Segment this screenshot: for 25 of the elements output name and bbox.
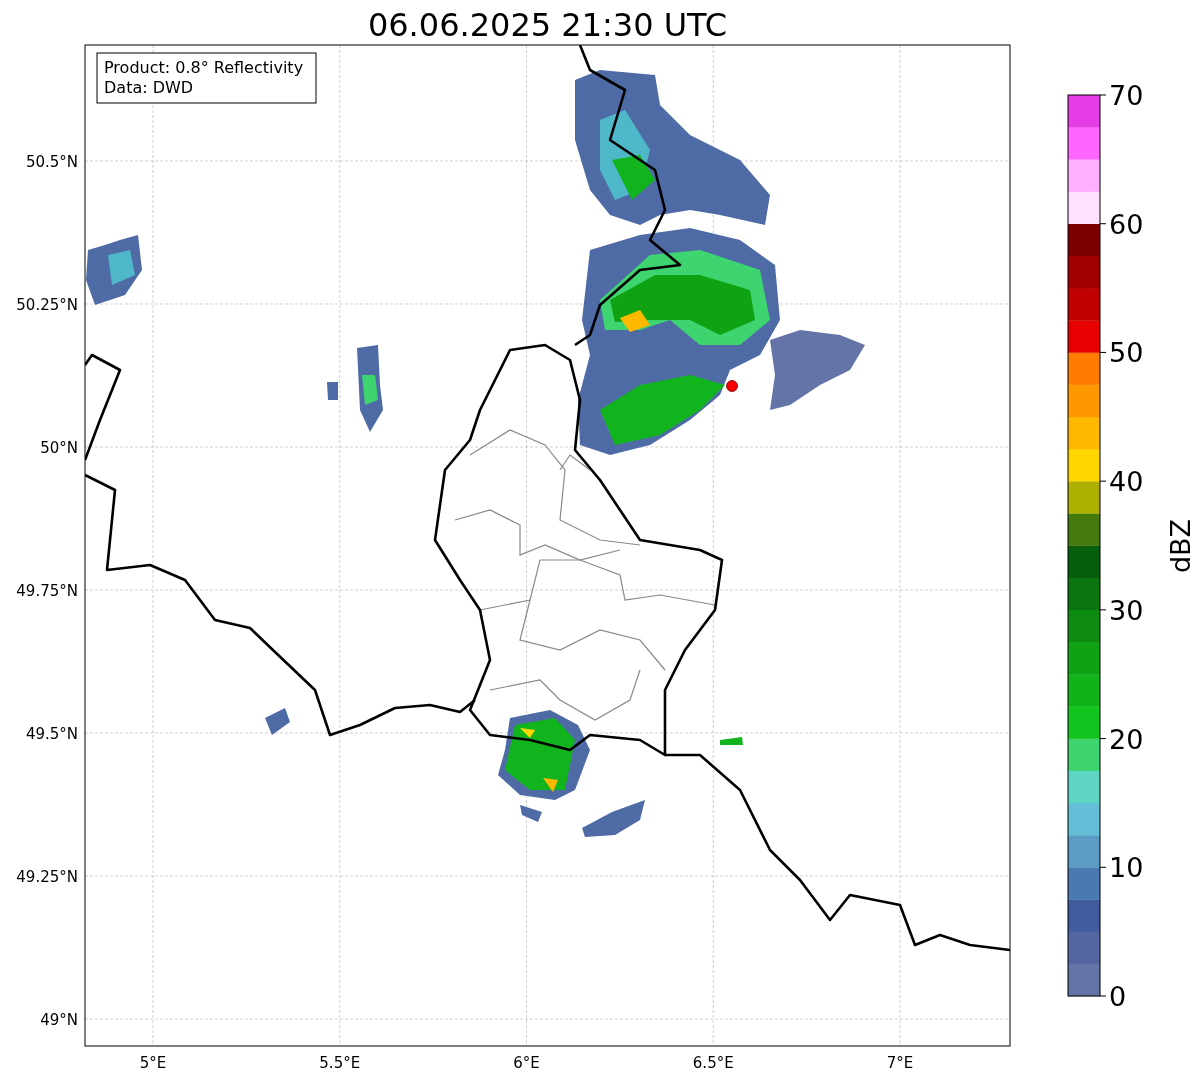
colorbar-tick-label: 40 xyxy=(1109,466,1144,498)
tick-label: 49.25°N xyxy=(16,868,78,886)
tick-label: 49.75°N xyxy=(16,582,78,600)
legend-text: Data: DWD xyxy=(104,78,194,97)
colorbar-tick-label: 30 xyxy=(1109,594,1144,626)
colorbar-tick-label: 50 xyxy=(1109,337,1144,369)
tick-label: 50.25°N xyxy=(16,296,78,314)
chart-title: 06.06.2025 21:30 UTC xyxy=(367,6,728,44)
colorbar-tick-label: 0 xyxy=(1109,981,1127,1012)
tick-label: 6.5°E xyxy=(692,1054,734,1072)
tick-label: 7°E xyxy=(886,1054,914,1072)
tick-label: 6°E xyxy=(513,1054,540,1072)
colorbar-tick-label: 70 xyxy=(1109,80,1144,111)
location-marker xyxy=(726,380,738,392)
colorbar-tick-label: 60 xyxy=(1109,208,1144,240)
colorbar-tick-label: 20 xyxy=(1109,723,1144,755)
tick-label: 49.5°N xyxy=(25,725,78,743)
tick-label: 5°E xyxy=(139,1054,167,1072)
legend-text: Product: 0.8° Reflectivity xyxy=(104,58,304,77)
tick-label: 50.5°N xyxy=(25,153,78,171)
colorbar-tick-label: 10 xyxy=(1109,852,1144,884)
colorbar-label: dBZ xyxy=(1165,518,1196,574)
tick-label: 50°N xyxy=(40,439,78,457)
tick-label: 5.5°E xyxy=(319,1054,361,1072)
tick-label: 49°N xyxy=(40,1011,78,1029)
